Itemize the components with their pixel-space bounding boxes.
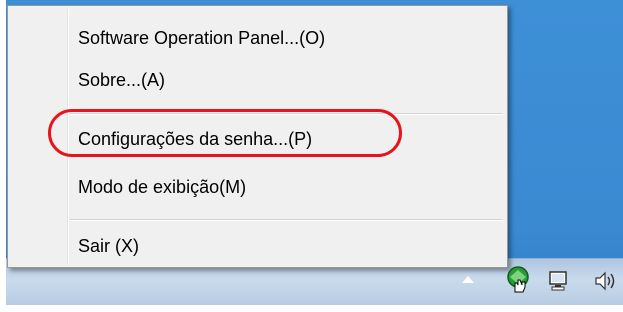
menu-item-password-settings[interactable]: Configurações da senha...(P) [78,124,312,154]
menu-item-display-mode[interactable]: Modo de exibição(M) [78,172,246,202]
menu-separator [70,113,503,115]
menu-separator [70,219,503,221]
menu-item-software-operation-panel[interactable]: Software Operation Panel...(O) [78,23,325,53]
menu-item-exit[interactable]: Sair (X) [78,231,139,261]
tray-context-menu: Software Operation Panel...(O) Sobre...(… [7,5,508,268]
menu-icon-gutter [67,9,69,264]
network-icon[interactable] [546,268,572,294]
menu-item-about[interactable]: Sobre...(A) [78,65,165,95]
scanner-app-icon[interactable] [501,263,535,297]
show-hidden-icons-arrow[interactable] [462,276,474,283]
volume-icon[interactable] [592,268,618,294]
